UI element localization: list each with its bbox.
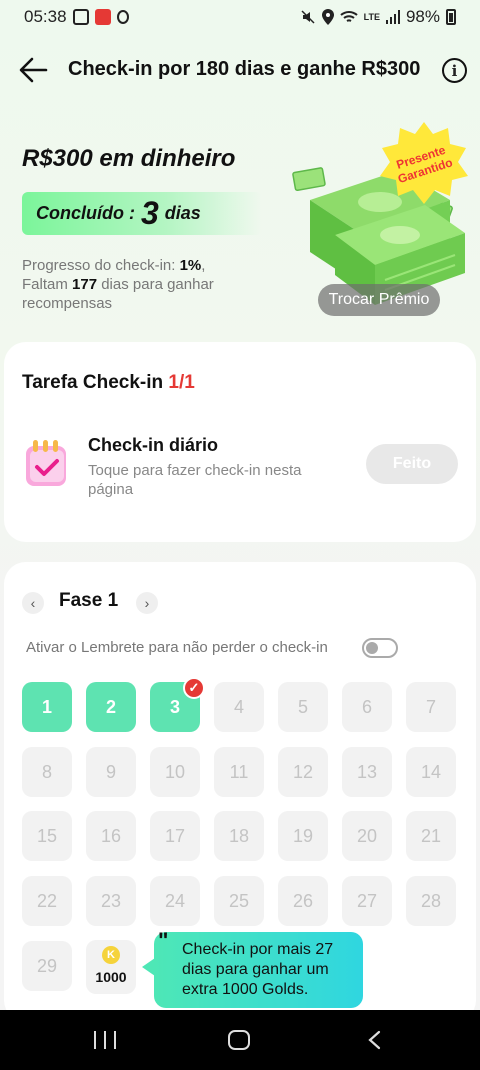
day-cell-26[interactable]: 26 — [278, 876, 328, 926]
day-cell-7[interactable]: 7 — [406, 682, 456, 732]
day-cell-5[interactable]: 5 — [278, 682, 328, 732]
info-icon[interactable]: i — [442, 58, 467, 83]
day-cell-15[interactable]: 15 — [22, 811, 72, 861]
signal-icon — [385, 10, 400, 24]
day-cell-8[interactable]: 8 — [22, 747, 72, 797]
gallery-icon — [72, 9, 89, 25]
progress-value: 1% — [179, 257, 202, 274]
bonus-tooltip: Check-in por mais 27 dias para ganhar um… — [154, 932, 363, 1008]
day-cell-14[interactable]: 14 — [406, 747, 456, 797]
checkmark-badge-icon: ✓ — [183, 677, 205, 699]
nav-back-icon[interactable] — [366, 1030, 382, 1050]
toggle-knob — [366, 642, 378, 654]
remaining-prefix: Faltam — [22, 276, 73, 293]
completed-count: 3 — [140, 195, 159, 231]
recent-apps-icon[interactable] — [94, 1031, 116, 1049]
back-arrow-icon[interactable] — [18, 56, 48, 84]
day-cell-27[interactable]: 27 — [342, 876, 392, 926]
day-cell-19[interactable]: 19 — [278, 811, 328, 861]
quote-icon: " — [158, 928, 169, 953]
daily-checkin-title: Check-in diário — [88, 435, 219, 455]
wifi-icon — [339, 11, 358, 22]
day-cell-29[interactable]: 29 — [22, 941, 72, 991]
header: Check-in por 180 dias e ganhe R$300 i — [0, 48, 480, 92]
day-cell-25[interactable]: 25 — [214, 876, 264, 926]
home-icon[interactable] — [228, 1030, 250, 1050]
reminder-text: Ativar o Lembrete para não perder o chec… — [26, 639, 328, 656]
day-cell-18[interactable]: 18 — [214, 811, 264, 861]
status-time: 05:38 — [24, 7, 67, 26]
day-cell-24[interactable]: 24 — [150, 876, 200, 926]
tooltip-text: Check-in por mais 27 dias para ganhar um… — [182, 941, 334, 998]
day-cell-13[interactable]: 13 — [342, 747, 392, 797]
chevron-right-icon[interactable]: › — [136, 592, 158, 614]
day-cell-22[interactable]: 22 — [22, 876, 72, 926]
network-label: LTE — [363, 12, 380, 22]
phase-label: Fase 1 — [59, 590, 119, 611]
day-cell-16[interactable]: 16 — [86, 811, 136, 861]
progress-suffix: , — [201, 257, 206, 274]
day-cell-6[interactable]: 6 — [342, 682, 392, 732]
app-notification-icon — [94, 9, 111, 25]
reminder-toggle[interactable] — [362, 638, 398, 658]
day-cell-28[interactable]: 28 — [406, 876, 456, 926]
progress-text: Progresso do check-in: 1%, Faltam 177 di… — [22, 256, 262, 313]
battery-percent: 98% — [405, 7, 440, 26]
done-button[interactable]: Feito — [366, 444, 458, 484]
day-cell-2[interactable]: 2 — [86, 682, 136, 732]
task-count: 1/1 — [168, 372, 195, 393]
day-cell-21[interactable]: 21 — [406, 811, 456, 861]
day-cell-10[interactable]: 10 — [150, 747, 200, 797]
remaining-days: 177 — [72, 276, 98, 293]
completed-label: Concluído : — [36, 203, 135, 223]
day-cell-12[interactable]: 12 — [278, 747, 328, 797]
bonus-amount: 1000 — [95, 969, 127, 985]
task-title: Tarefa Check-in 1/1 — [22, 372, 195, 394]
exchange-prize-button[interactable]: Trocar Prêmio — [318, 284, 440, 316]
battery-icon — [446, 9, 456, 25]
day-cell-23[interactable]: 23 — [86, 876, 136, 926]
mute-icon — [301, 10, 315, 24]
status-bar: 05:38 LTE 98% — [0, 0, 480, 34]
task-title-label: Tarefa Check-in — [22, 372, 169, 393]
calendar-check-icon — [26, 440, 66, 486]
progress-prefix: Progresso do check-in: — [22, 257, 180, 274]
completed-unit: dias — [164, 203, 201, 223]
day-cell-9[interactable]: 9 — [86, 747, 136, 797]
day-cell-1[interactable]: 1 — [22, 682, 72, 732]
page-title: Check-in por 180 dias e ganhe R$300 — [68, 58, 421, 80]
location-icon — [321, 9, 334, 25]
gold-coin-icon: K — [102, 946, 120, 964]
day-cell-17[interactable]: 17 — [150, 811, 200, 861]
day-cell-11[interactable]: 11 — [214, 747, 264, 797]
day-cell-4[interactable]: 4 — [214, 682, 264, 732]
reward-title: R$300 em dinheiro — [22, 145, 236, 172]
daily-checkin-description: Toque para fazer check-in nesta página — [88, 462, 302, 498]
task-card: Tarefa Check-in 1/1 Check-in diário Toqu… — [4, 342, 476, 542]
completed-pill: Concluído : 3 dias — [22, 192, 262, 235]
day-cell-20[interactable]: 20 — [342, 811, 392, 861]
hand-icon — [116, 10, 129, 24]
chevron-left-icon[interactable]: ‹ — [22, 592, 44, 614]
